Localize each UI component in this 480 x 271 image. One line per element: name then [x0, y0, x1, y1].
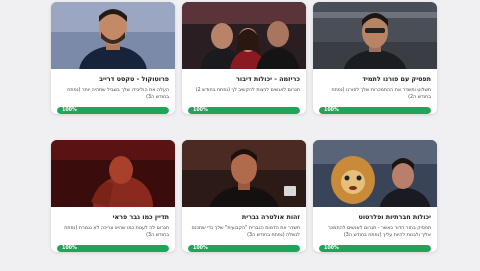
course-thumbnail[interactable] [51, 140, 175, 207]
course-description: תגרום לאנשים לרצות להקשיב לך (נפתח בחודש… [195, 88, 300, 93]
course-card[interactable]: כריזמה - יכולות דיבור תגרום לאנשים לרצות… [182, 2, 306, 114]
course-card[interactable]: תפסיק עם פורנו לתמיד תשלוט ותשדר את ההתמ… [313, 2, 437, 114]
course-thumbnail[interactable] [313, 140, 437, 207]
course-title: תדיין כמו גבר פראי [112, 213, 169, 221]
progress-label: 100% [324, 108, 339, 113]
course-card[interactable]: פרוטוקול - טקסט דרייב העלה את הוליבידו ש… [51, 2, 175, 114]
course-card[interactable]: זהות אולטרה גברית תשדר את הדמות הגברית "… [182, 140, 306, 252]
course-title: זהות אולטרה גברית [241, 213, 300, 221]
course-thumbnail[interactable] [182, 2, 306, 69]
progress-label: 100% [324, 246, 339, 251]
progress-bar: 100% [57, 245, 169, 252]
course-description: תפסיק בתור הדור כאשר - תגרום לאנשים להתמ… [327, 226, 431, 238]
progress-bar: 100% [319, 245, 431, 252]
course-title: כריזמה - יכולות דיבור [236, 75, 300, 83]
progress-label: 100% [62, 108, 77, 113]
progress-bar: 100% [57, 107, 169, 114]
course-card[interactable]: יכולות חברתיות ופלרטוט תפסיק בתור הדור כ… [313, 140, 437, 252]
progress-label: 100% [193, 108, 208, 113]
course-title: תפסיק עם פורנו לתמיד [362, 75, 431, 83]
progress-bar: 100% [188, 107, 300, 114]
course-title: פרוטוקול - טקסט דרייב [99, 75, 169, 83]
progress-label: 100% [193, 246, 208, 251]
course-description: תשלוט ותשדר את ההתמכרות שלך לפורנו (נפתח… [331, 88, 431, 100]
course-description: העלה את הוליבידו שלך בשביל שתהיה יותר (נ… [67, 88, 169, 100]
course-thumbnail[interactable] [182, 140, 306, 207]
progress-bar: 100% [319, 107, 431, 114]
course-description: תשדר את הדמות הגברית "הקבועית" שלך כדי ש… [191, 226, 300, 238]
course-thumbnail[interactable] [313, 2, 437, 69]
course-title: יכולות חברתיות ופלרטוט [358, 213, 432, 221]
progress-bar: 100% [188, 245, 300, 252]
course-description: תגרום לה לענות כמו שהיא צריכה לא נגמרת (… [64, 226, 169, 238]
progress-label: 100% [62, 246, 77, 251]
course-thumbnail[interactable] [51, 2, 175, 69]
course-card[interactable]: תדיין כמו גבר פראי תגרום לה לענות כמו שה… [51, 140, 175, 252]
